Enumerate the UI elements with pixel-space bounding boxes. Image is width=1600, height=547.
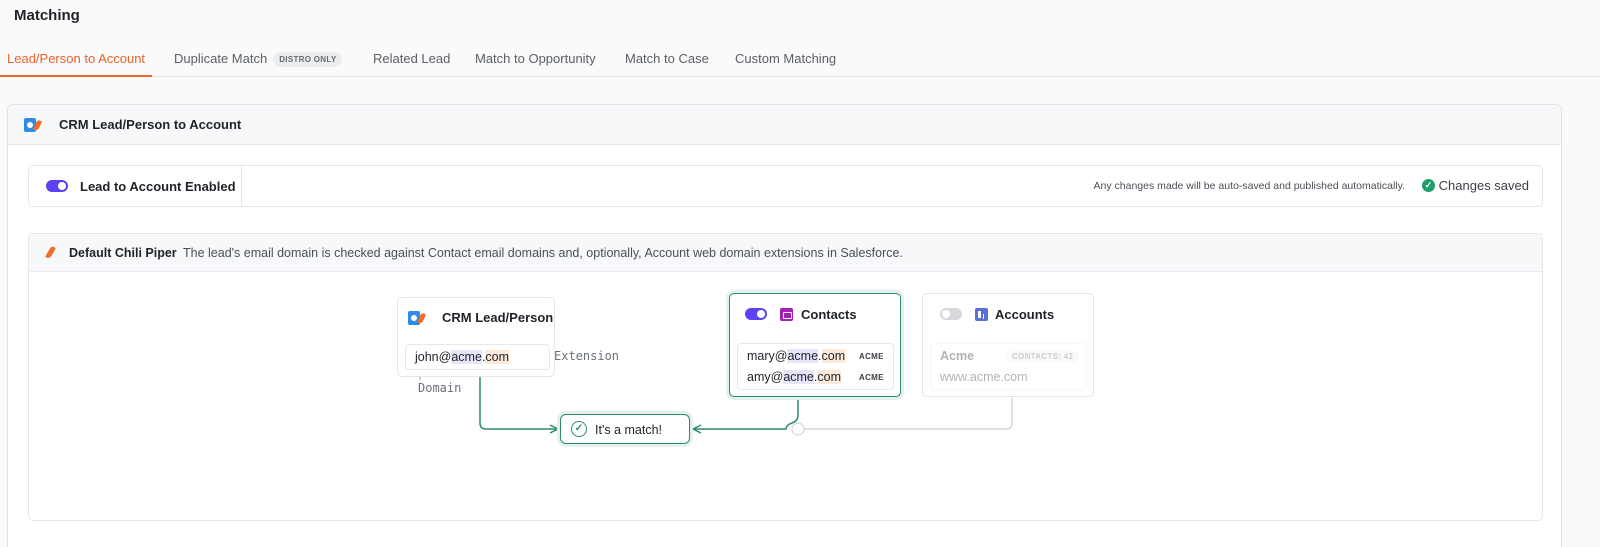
crm-chili-logo-icon <box>24 118 43 132</box>
email-domain: acme <box>787 349 819 363</box>
autosave-note: Any changes made will be auto-saved and … <box>1093 180 1406 192</box>
contact-email: amy@acme.com <box>747 370 841 384</box>
contacts-node: Contacts mary@acme.com ACME amy@acme.com… <box>729 293 901 397</box>
crm-lead-node: CRM Lead/Person john@acme.com <box>397 297 555 377</box>
lead-to-account-toggle[interactable] <box>46 180 68 192</box>
email-user: mary@ <box>747 349 788 363</box>
email-extension: com <box>485 350 510 364</box>
account-tag: ACME <box>859 352 884 361</box>
account-website: www.acme.com <box>940 370 1028 384</box>
accounts-list: Acme CONTACTS: 41 www.acme.com <box>930 343 1087 390</box>
email-extension: com <box>817 370 841 384</box>
enable-row: Lead to Account Enabled Any changes made… <box>28 165 1543 207</box>
email-user: amy@ <box>747 370 784 384</box>
tab-bar: Lead/Person to Account Duplicate Match DI… <box>0 44 1600 77</box>
email-domain: acme <box>451 350 482 364</box>
account-tag: ACME <box>859 373 884 382</box>
extension-label: Extension <box>554 349 620 363</box>
lead-email: john@acme.com <box>415 350 510 364</box>
crm-chili-logo-icon <box>408 311 427 325</box>
match-result-label: It's a match! <box>595 423 662 437</box>
tab-match-to-case[interactable]: Match to Case <box>618 44 716 77</box>
check-circle-icon: ✓ <box>571 421 587 437</box>
email-domain: acme <box>783 370 814 384</box>
method-header: Default Chili Piper The lead's email dom… <box>29 234 1542 272</box>
accounts-node: Accounts Acme CONTACTS: 41 www.acme.com <box>922 293 1094 397</box>
lead-email-box: john@acme.com <box>405 344 550 370</box>
card-header: CRM Lead/Person to Account <box>8 105 1561 145</box>
domain-label: Domain <box>418 381 462 395</box>
tab-duplicate-match[interactable]: Duplicate Match DISTRO ONLY <box>167 44 349 77</box>
method-title: Default Chili Piper <box>69 246 177 260</box>
contacts-email-list: mary@acme.com ACME amy@acme.com ACME <box>737 343 894 390</box>
email-user: john@ <box>415 350 452 364</box>
tab-match-to-opportunity[interactable]: Match to Opportunity <box>468 44 603 77</box>
email-extension: com <box>821 349 846 363</box>
enable-label: Lead to Account Enabled <box>80 179 236 194</box>
method-description: The lead's email domain is checked again… <box>183 246 903 260</box>
tab-related-lead[interactable]: Related Lead <box>366 44 457 77</box>
contact-email: mary@acme.com <box>747 349 846 363</box>
contacts-toggle[interactable] <box>745 308 767 320</box>
tab-label: Duplicate Match <box>174 51 268 66</box>
accounts-node-title: Accounts <box>995 307 1055 322</box>
chili-pepper-icon <box>45 245 56 260</box>
saved-status: Changes saved <box>1438 178 1529 193</box>
accounts-toggle[interactable] <box>940 308 962 320</box>
contacts-count-badge: CONTACTS: 41 <box>1006 351 1080 362</box>
tab-lead-person-to-account[interactable]: Lead/Person to Account <box>0 44 153 77</box>
divider <box>241 166 242 206</box>
card-title: CRM Lead/Person to Account <box>59 117 242 132</box>
page-title: Matching <box>14 7 80 24</box>
accounts-icon <box>975 308 988 321</box>
matching-page: Matching Lead/Person to Account Duplicat… <box>0 0 1600 547</box>
distro-only-badge: DISTRO ONLY <box>273 52 343 67</box>
check-circle-icon: ✓ <box>1422 179 1435 192</box>
contacts-node-title: Contacts <box>801 307 857 322</box>
contacts-icon <box>780 308 793 321</box>
lead-node-title: CRM Lead/Person <box>442 310 554 325</box>
email-dot: . <box>818 349 822 363</box>
tab-custom-matching[interactable]: Custom Matching <box>728 44 843 77</box>
match-result: ✓ It's a match! <box>560 414 690 444</box>
account-name: Acme <box>940 349 975 363</box>
